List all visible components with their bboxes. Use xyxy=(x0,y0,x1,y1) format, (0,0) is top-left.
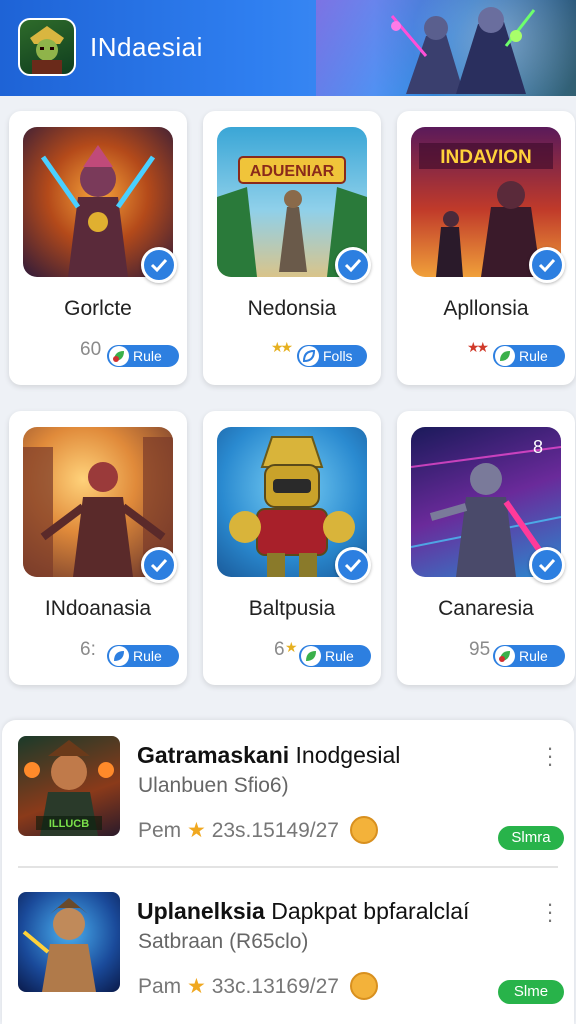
list-item-title: Gatramaskani Inodgesial xyxy=(137,742,400,769)
verified-check-icon xyxy=(141,247,177,283)
header-hero-banner-art xyxy=(390,7,536,94)
list-item-meta: Pam ★ 33c.13169/27 xyxy=(138,974,339,999)
rule-button-label: Rule xyxy=(519,348,548,364)
rule-button-label: Rule xyxy=(519,648,548,664)
more-options-icon[interactable]: · · · xyxy=(540,893,560,931)
smirk-emoji-icon xyxy=(350,816,378,844)
list-item-subtitle: Satbraan (R65clo) xyxy=(138,930,309,953)
game-card[interactable]: 8 Canaresia 95 Rule xyxy=(397,411,575,685)
rule-button-label: Rule xyxy=(133,348,162,364)
status-tag[interactable]: Slme xyxy=(498,980,564,1004)
list-item[interactable]: ILLUCB Gatramaskani Inodgesial Ulanbuen … xyxy=(2,720,574,870)
verified-check-icon xyxy=(529,547,565,583)
rating-stars: ★★ xyxy=(467,339,489,355)
thumbnail-title-text: ADUENIAR xyxy=(250,163,335,180)
game-name: Canaresia xyxy=(438,597,534,620)
rule-button[interactable]: Rule xyxy=(493,345,565,367)
leaf-icon xyxy=(299,346,319,366)
thumbnail-title-text: INDAVION xyxy=(440,147,531,168)
rule-button[interactable]: Rule xyxy=(299,645,371,667)
game-card[interactable]: INdoanasia 6: Rule xyxy=(9,411,187,685)
thumbnail-title-text: ILLUCB xyxy=(49,818,89,830)
rule-button[interactable]: Rule xyxy=(107,345,179,367)
verified-check-icon xyxy=(335,547,371,583)
leaf-icon xyxy=(109,646,129,666)
follow-button-label: Folls xyxy=(323,348,353,364)
game-card[interactable]: Baltpusia 6 ★ Rule xyxy=(203,411,381,685)
leaf-icon xyxy=(301,646,321,666)
list-item-thumbnail[interactable]: ILLUCB xyxy=(18,736,120,836)
list-item-title-rest: Inodgesial xyxy=(289,742,401,768)
list-item-title-bold: Uplanelksia xyxy=(137,898,265,924)
game-card[interactable]: INDAVION Apllonsia ★★ Rule xyxy=(397,111,575,385)
status-tag[interactable]: Slmra xyxy=(498,826,564,850)
more-options-icon[interactable]: · · · xyxy=(540,737,560,775)
app-header: INdaesiai xyxy=(0,0,576,96)
star-icon: ★ xyxy=(187,975,206,998)
level-badge: 8 xyxy=(533,437,544,457)
list-item-meta: Pem ★ 23s.15149/27 xyxy=(138,818,339,843)
game-name: Baltpusia xyxy=(248,597,336,620)
list-item-subtitle: Ulanbuen Sfio6) xyxy=(138,774,289,797)
rating-stars: ★★ xyxy=(271,339,293,355)
leaf-icon xyxy=(109,346,129,366)
game-name: Nedonsia xyxy=(247,297,337,320)
game-list: ILLUCB Gatramaskani Inodgesial Ulanbuen … xyxy=(2,720,574,1024)
rating-stars: ★ xyxy=(285,639,297,655)
game-score: 6: xyxy=(80,639,96,660)
verified-check-icon xyxy=(335,247,371,283)
game-name: INdoanasia xyxy=(44,597,152,620)
list-item-meta-value: 23s.15149/27 xyxy=(211,819,339,842)
game-score: 6 xyxy=(274,639,285,660)
verified-check-icon xyxy=(529,247,565,283)
rule-button[interactable]: Rule xyxy=(107,645,179,667)
rule-button-label: Rule xyxy=(133,648,162,664)
star-icon: ★ xyxy=(187,819,206,842)
verified-check-icon xyxy=(141,547,177,583)
game-card[interactable]: Gorlcte 60 Rule xyxy=(9,111,187,385)
rule-button[interactable]: Rule xyxy=(493,645,565,667)
leaf-icon xyxy=(495,346,515,366)
list-item-title-bold: Gatramaskani xyxy=(137,742,290,768)
follow-button[interactable]: Folls xyxy=(297,345,367,367)
game-card[interactable]: ADUENIAR Nedonsia ★★ Folls xyxy=(203,111,381,385)
rule-button-label: Rule xyxy=(325,648,354,664)
app-title: INdaesiai xyxy=(90,32,203,62)
list-divider xyxy=(18,866,558,868)
game-score: 95 xyxy=(469,639,491,660)
game-score: 60 xyxy=(80,339,102,360)
smirk-emoji-icon xyxy=(350,972,378,1000)
list-item[interactable]: Uplanelksia Dapkpat bpfaralclaí Satbraan… xyxy=(2,870,574,1020)
list-item-meta-prefix: Pem xyxy=(138,819,182,842)
list-item-thumbnail[interactable] xyxy=(18,892,120,992)
warrior-avatar-icon[interactable] xyxy=(18,18,76,76)
leaf-icon xyxy=(495,646,515,666)
list-item-meta-prefix: Pam xyxy=(138,975,182,998)
list-item-meta-value: 33c.13169/27 xyxy=(211,975,339,998)
game-name: Gorlcte xyxy=(64,297,132,320)
list-item-title: Uplanelksia Dapkpat bpfaralclaí xyxy=(137,898,469,925)
game-name: Apllonsia xyxy=(443,297,529,320)
list-item-title-rest: Dapkpat bpfaralclaí xyxy=(264,898,470,924)
